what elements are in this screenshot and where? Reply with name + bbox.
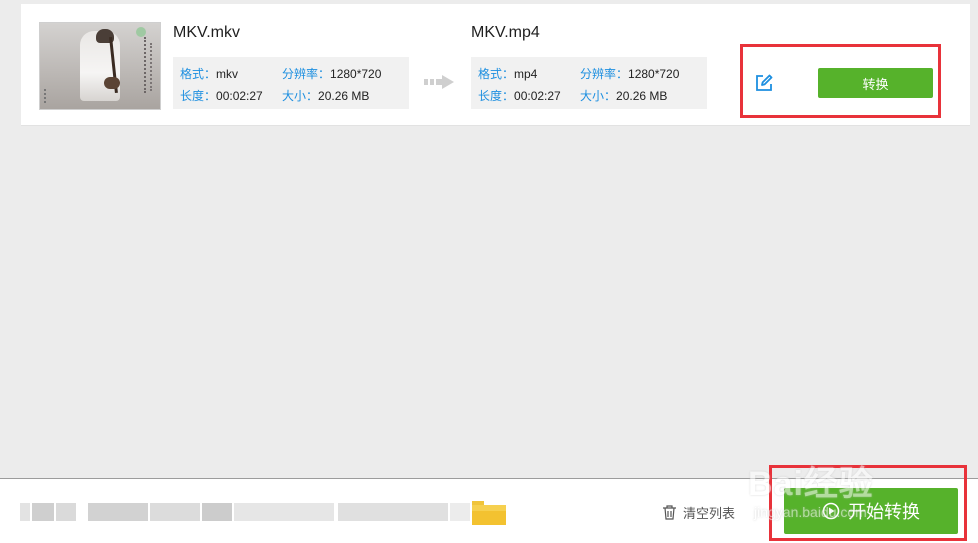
- source-resolution-label: 分辨率：: [282, 67, 331, 81]
- folder-icon[interactable]: [472, 497, 506, 525]
- output-file-name: MKV.mp4: [471, 24, 540, 41]
- source-format: 格式：mkv: [180, 65, 238, 82]
- thumbnail-calligraphy-2: [150, 43, 156, 91]
- start-convert-label: 开始转换: [848, 502, 920, 523]
- source-size-value: 20.26 MB: [318, 89, 370, 103]
- output-format: 格式：mp4: [478, 65, 537, 82]
- play-circle-icon: [822, 502, 840, 520]
- source-meta-box: 格式：mkv 分辨率：1280*720 长度：00:02:27 大小：20.26…: [173, 57, 409, 109]
- output-size-value: 20.26 MB: [616, 89, 668, 103]
- edit-icon[interactable]: [754, 73, 774, 93]
- output-size: 大小：20.26 MB: [580, 87, 667, 104]
- output-duration-label: 长度：: [478, 89, 515, 103]
- output-duration: 长度：00:02:27: [478, 87, 561, 104]
- output-path-blurred: [20, 503, 480, 521]
- video-thumbnail[interactable]: [39, 22, 161, 110]
- output-resolution: 分辨率：1280*720: [580, 65, 679, 82]
- source-format-label: 格式：: [180, 67, 217, 81]
- output-format-label: 格式：: [478, 67, 515, 81]
- source-duration: 长度：00:02:27: [180, 87, 263, 104]
- thumbnail-instrument-body: [104, 77, 120, 89]
- clear-list-label: 清空列表: [683, 506, 736, 522]
- conversion-task-card: MKV.mkv 格式：mkv 分辨率：1280*720 长度：00:02:27 …: [21, 4, 970, 126]
- output-format-value: mp4: [514, 67, 538, 81]
- output-resolution-label: 分辨率：: [580, 67, 629, 81]
- bottom-bar: 清空列表 开始转换: [0, 478, 978, 543]
- source-duration-value: 00:02:27: [216, 89, 263, 103]
- source-file-name: MKV.mkv: [173, 24, 240, 41]
- thumbnail-seal: [44, 89, 54, 103]
- output-size-label: 大小：: [580, 89, 617, 103]
- output-duration-value: 00:02:27: [514, 89, 561, 103]
- start-convert-button[interactable]: 开始转换: [784, 488, 958, 534]
- output-resolution-value: 1280*720: [628, 67, 680, 81]
- thumbnail-logo: [136, 27, 146, 37]
- source-duration-label: 长度：: [180, 89, 217, 103]
- source-resolution: 分辨率：1280*720: [282, 65, 381, 82]
- arrow-right-icon: [424, 75, 454, 89]
- output-meta-box: 格式：mp4 分辨率：1280*720 长度：00:02:27 大小：20.26…: [471, 57, 707, 109]
- source-size-label: 大小：: [282, 89, 319, 103]
- clear-list-button[interactable]: 清空列表: [662, 503, 736, 522]
- trash-icon: [663, 504, 676, 520]
- source-resolution-value: 1280*720: [330, 67, 382, 81]
- convert-button[interactable]: 转换: [818, 68, 933, 98]
- source-format-value: mkv: [216, 67, 239, 81]
- source-size: 大小：20.26 MB: [282, 87, 369, 104]
